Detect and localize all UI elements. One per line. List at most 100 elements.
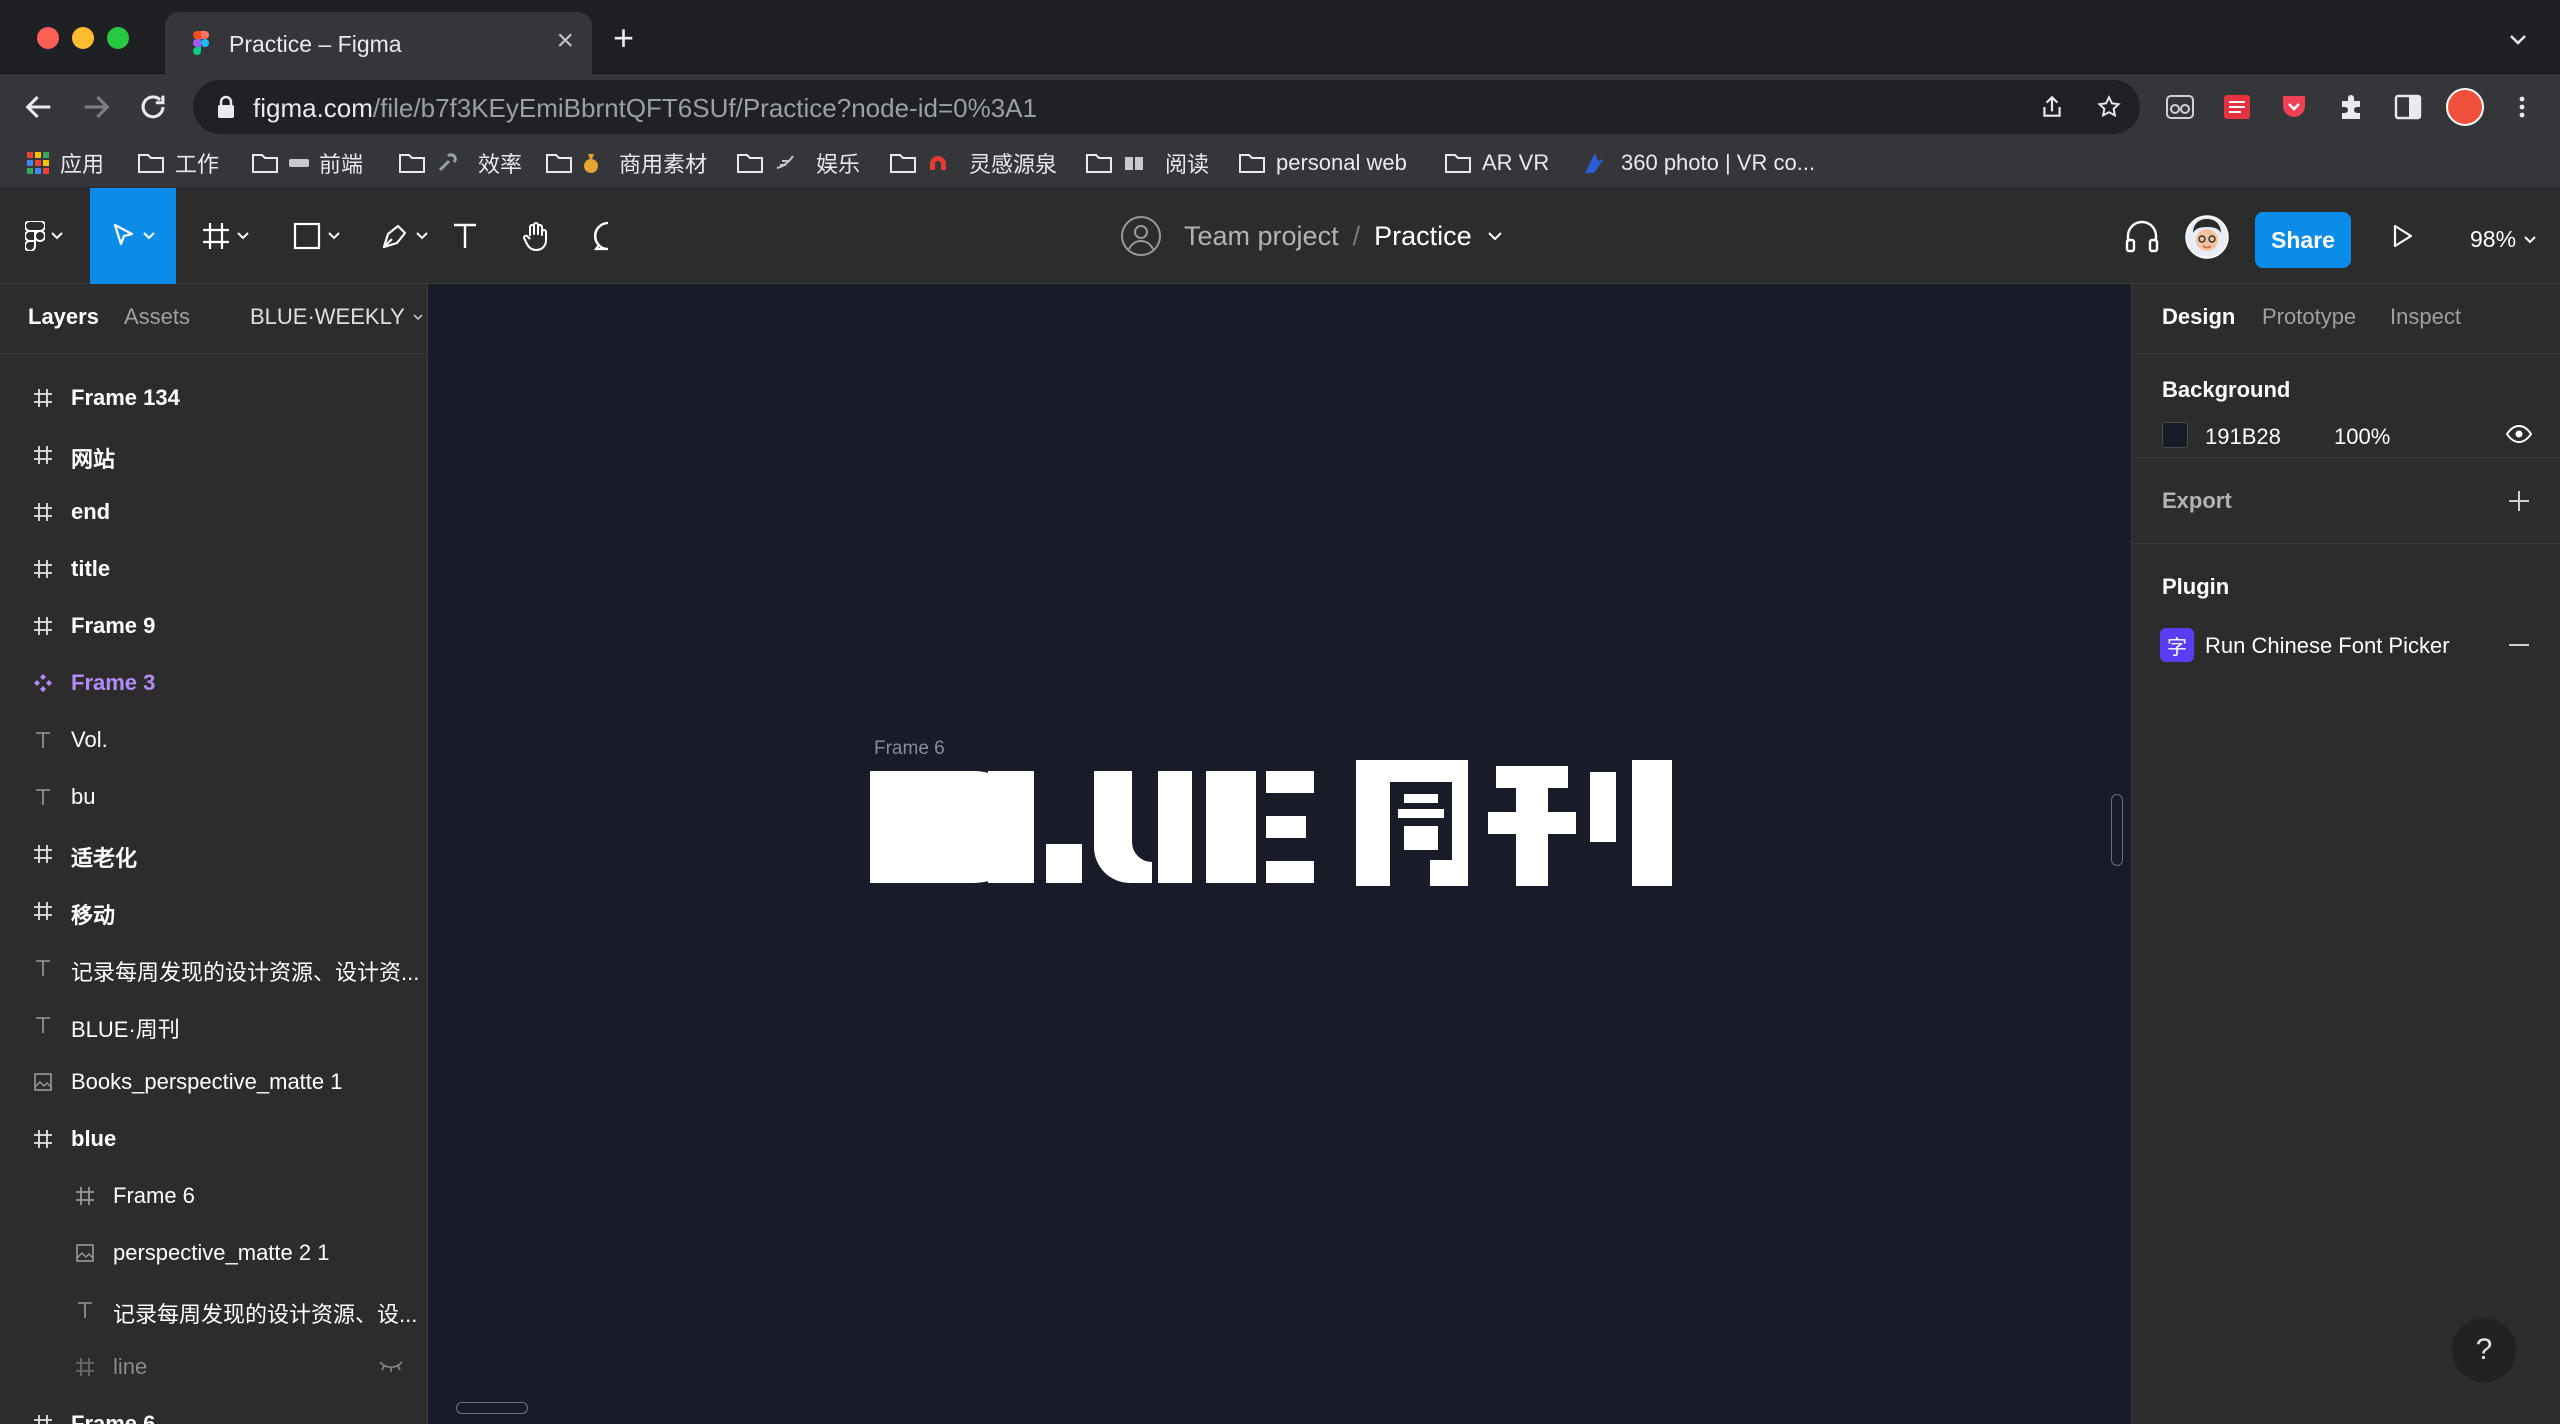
bookmark-360-photo[interactable]: 360 photo | VR co...	[1581, 146, 1815, 180]
file-breadcrumb: Team project / Practice	[1120, 188, 1502, 284]
page-selector[interactable]: BLUE·WEEKLY	[250, 304, 423, 330]
share-button[interactable]: Share	[2255, 212, 2351, 268]
address-bar[interactable]: figma.com/file/b7f3KEyEmiBbrntQFT6SUf/Pr…	[193, 80, 2140, 134]
layer-row[interactable]: Frame 6	[0, 1168, 427, 1225]
bookmarks-bar: 应用 工作 前端 效率 商用素材 娱乐 灵感源泉 阅读 personal web	[0, 138, 2560, 188]
background-opacity-value[interactable]: 100%	[2334, 424, 2390, 450]
share-page-icon[interactable]	[2039, 94, 2065, 120]
tab-design[interactable]: Design	[2162, 304, 2235, 330]
file-name[interactable]: Practice	[1374, 221, 1472, 252]
figma-toolbar: Team project / Practice	[0, 188, 2560, 284]
layer-row[interactable]: Frame 134	[0, 370, 427, 427]
background-hex-value[interactable]: 191B28	[2205, 424, 2281, 450]
layer-row[interactable]: perspective_matte 2 1	[0, 1225, 427, 1282]
bookmark-folder-efficiency[interactable]: 效率	[398, 146, 522, 180]
rectangle-icon	[293, 222, 321, 250]
bookmark-folder-frontend[interactable]: 前端	[251, 146, 363, 180]
tab-inspect[interactable]: Inspect	[2390, 304, 2461, 330]
layer-row[interactable]: 记录每周发现的设计资源、设计资...	[0, 940, 427, 997]
layer-row[interactable]: Frame 9	[0, 598, 427, 655]
layer-row[interactable]: Frame 3	[0, 655, 427, 712]
layer-row[interactable]: Vol.	[0, 712, 427, 769]
horizontal-scrollbar[interactable]	[456, 1402, 528, 1414]
site-favicon-icon	[1585, 153, 1604, 173]
frame-icon	[32, 1413, 54, 1424]
layer-row[interactable]: bu	[0, 769, 427, 826]
reload-icon[interactable]	[136, 90, 170, 124]
back-arrow-icon[interactable]	[22, 90, 56, 124]
browser-tab-active[interactable]: Practice – Figma ×	[165, 12, 592, 74]
chevron-down-icon	[413, 313, 423, 320]
bookmark-apps[interactable]: 应用	[26, 146, 104, 180]
vertical-scrollbar[interactable]	[2111, 794, 2123, 866]
tab-assets[interactable]: Assets	[124, 304, 190, 330]
right-panel-tabs: Design Prototype Inspect	[2132, 284, 2560, 354]
layer-row[interactable]: Books_perspective_matte 1	[0, 1054, 427, 1111]
background-color-swatch[interactable]	[2162, 422, 2188, 448]
frame-tool-button[interactable]	[180, 188, 270, 284]
maximize-window-button[interactable]	[107, 27, 129, 49]
text-icon	[32, 1014, 54, 1036]
reader-extension-icon[interactable]	[2165, 92, 2195, 122]
layer-row[interactable]: line	[0, 1339, 427, 1396]
lock-icon[interactable]	[215, 95, 237, 119]
help-button[interactable]: ?	[2452, 1318, 2516, 1382]
layer-row[interactable]: end	[0, 484, 427, 541]
blue-weekly-wordmark[interactable]	[870, 760, 1674, 886]
layer-row[interactable]: title	[0, 541, 427, 598]
design-canvas[interactable]: Frame 6	[428, 284, 2131, 1424]
move-tool-button[interactable]	[90, 188, 176, 284]
audio-headphones-icon[interactable]	[2124, 220, 2160, 254]
layer-row[interactable]: 移动	[0, 883, 427, 940]
pen-tool-button[interactable]	[360, 188, 448, 284]
side-panel-icon[interactable]	[2393, 92, 2423, 122]
frame-label[interactable]: Frame 6	[874, 738, 945, 760]
text-tool-button[interactable]	[448, 188, 482, 284]
bookmark-folder-work[interactable]: 工作	[137, 146, 219, 180]
extensions-puzzle-icon[interactable]	[2336, 92, 2366, 122]
tab-prototype[interactable]: Prototype	[2262, 304, 2356, 330]
bookmark-star-icon[interactable]	[2096, 94, 2122, 120]
team-name[interactable]: Team project	[1184, 221, 1339, 252]
tab-close-icon[interactable]: ×	[556, 26, 574, 56]
forward-arrow-icon[interactable]	[79, 90, 113, 124]
layer-row[interactable]: Frame 6	[0, 1396, 427, 1424]
bookmark-label: 应用	[60, 152, 105, 177]
remove-plugin-minus-icon[interactable]	[2507, 643, 2531, 647]
plugin-name[interactable]: Run Chinese Font Picker	[2205, 633, 2450, 659]
bookmark-folder-ar-vr[interactable]: AR VR	[1444, 146, 1549, 180]
layer-row[interactable]: blue	[0, 1111, 427, 1168]
shape-tool-button[interactable]	[272, 188, 360, 284]
folder-icon	[546, 154, 572, 173]
visibility-eye-icon[interactable]	[2506, 424, 2532, 444]
comment-tool-button[interactable]	[590, 188, 626, 284]
tab-search-chevron-icon[interactable]	[2506, 28, 2530, 52]
bookmark-label: 工作	[175, 152, 220, 177]
bookmark-folder-assets[interactable]: 商用素材	[545, 146, 707, 180]
bookmark-folder-inspiration[interactable]: 灵感源泉	[889, 146, 1057, 180]
profile-avatar[interactable]	[2446, 88, 2484, 126]
browser-menu-kebab-icon[interactable]	[2507, 92, 2537, 122]
present-play-icon[interactable]	[2388, 221, 2416, 251]
hidden-eye-closed-icon[interactable]	[378, 1359, 404, 1378]
add-export-plus-icon[interactable]	[2507, 489, 2531, 513]
figma-favicon-icon	[193, 31, 209, 55]
stack-extension-icon[interactable]	[2222, 92, 2252, 122]
bookmark-folder-personal-web[interactable]: personal web	[1238, 146, 1407, 180]
minimize-window-button[interactable]	[72, 27, 94, 49]
new-tab-plus-icon[interactable]: +	[613, 20, 634, 56]
hand-tool-button[interactable]	[518, 188, 556, 284]
user-avatar[interactable]	[2185, 215, 2229, 259]
layer-row[interactable]: 记录每周发现的设计资源、设...	[0, 1282, 427, 1339]
pocket-extension-icon[interactable]	[2279, 92, 2309, 122]
bookmark-folder-reading[interactable]: 阅读	[1085, 146, 1209, 180]
main-menu-button[interactable]	[0, 188, 88, 284]
tab-layers[interactable]: Layers	[28, 304, 99, 330]
zoom-dropdown[interactable]: 98%	[2470, 226, 2536, 253]
bookmark-folder-entertainment[interactable]: 娱乐	[736, 146, 860, 180]
layer-row[interactable]: 适老化	[0, 826, 427, 883]
close-window-button[interactable]	[37, 27, 59, 49]
chevron-down-icon[interactable]	[1487, 231, 1502, 241]
layer-row[interactable]: BLUE·周刊	[0, 997, 427, 1054]
layer-row[interactable]: 网站	[0, 427, 427, 484]
